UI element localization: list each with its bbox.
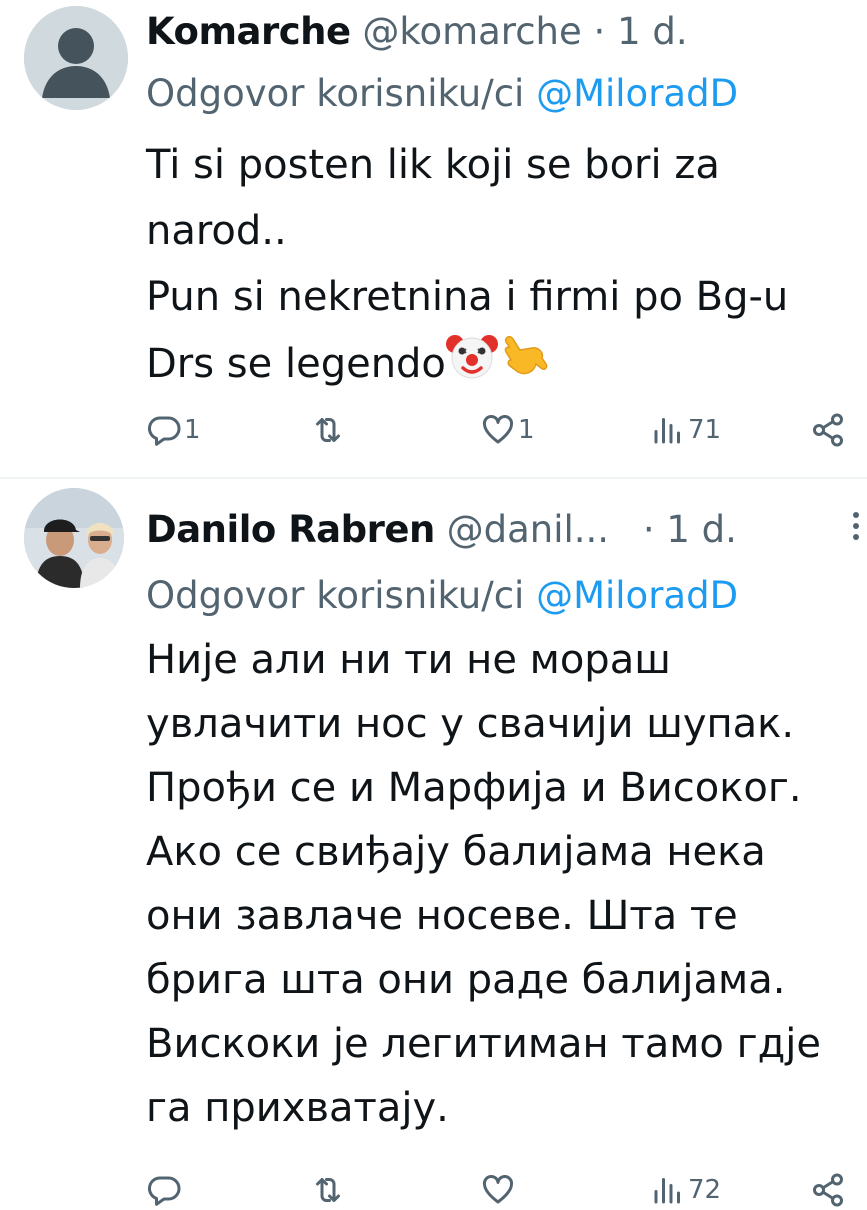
more-dot [853,523,859,529]
author-handle[interactable]: @komarche [362,10,581,53]
reply-prefix: Odgovor korisniku/ci [146,574,525,617]
retweet-button[interactable] [310,1170,348,1210]
reply-context: Odgovor korisniku/ci @MiloradD [146,70,738,118]
tweet-line: narod.. [146,208,287,254]
author-name[interactable]: Komarche [146,10,351,53]
tweet-line: брига шта они раде балијама. [146,957,786,1003]
retweet-icon [316,418,340,442]
reply-context: Odgovor korisniku/ci @MiloradD [146,572,738,620]
reply-mention[interactable]: @MiloradD [536,72,738,115]
views-icon [654,1178,680,1204]
action-bar: 1 1 71 [146,410,861,450]
author-handle[interactable]: @danil... [447,508,609,551]
tweet-line: Није али ни ти не мораш [146,637,671,683]
like-button[interactable] [480,1170,518,1210]
share-button[interactable] [810,410,846,450]
author-name[interactable]: Danilo Rabren [146,508,435,551]
reply-button[interactable] [146,1170,184,1210]
tweet[interactable]: Komarche @komarche · 1 d. Odgovor korisn… [0,0,867,478]
views-icon [654,418,680,444]
share-icon [813,413,843,447]
view-count: 72 [688,1175,722,1205]
separator: · [642,508,655,551]
retweet-icon [316,1178,340,1202]
reply-prefix: Odgovor korisniku/ci [146,72,525,115]
tweet-text: Ti si posten lik koji se bori za narod..… [146,132,861,402]
more-dot [853,512,859,518]
heart-icon [482,415,514,444]
tweet-header: Komarche @komarche · 1 d. [146,8,688,56]
reply-icon [147,416,181,446]
retweet-button[interactable] [310,410,348,450]
views-button[interactable]: 72 [650,1170,721,1210]
separator: · [593,10,606,53]
tweet-text: Није али ни ти не мораш увлачити нос у с… [146,628,861,1140]
share-icon [813,1173,843,1207]
tweet-line-with-emoji: Drs se legendo [146,330,861,402]
share-button[interactable] [810,1170,846,1210]
tweet-line: га прихватају. [146,1085,449,1131]
tweet-line: Pun si nekretnina i firmi po Bg-u [146,274,789,320]
tweet-line: они завлаче носеве. Шта те [146,893,738,939]
heart-icon [482,1175,514,1204]
clown-face-icon [445,330,498,402]
avatar-photo[interactable] [24,488,124,588]
action-bar: 72 [146,1170,861,1210]
avatar-default[interactable] [24,6,128,110]
tweet-line: Drs se legendo [146,341,446,387]
like-button[interactable]: 1 [480,410,535,450]
reply-button[interactable]: 1 [146,410,201,450]
timestamp[interactable]: 1 d. [617,10,688,53]
like-count: 1 [518,415,535,445]
tweet-divider [0,477,867,479]
tweet[interactable]: Danilo Rabren @danil... · 1 d. Odgovor k… [0,480,867,1207]
timestamp[interactable]: 1 d. [666,508,737,551]
reply-mention[interactable]: @MiloradD [536,574,738,617]
tweet-header: Danilo Rabren @danil... · 1 d. [146,506,737,554]
reply-count: 1 [184,415,201,445]
call-me-hand-icon [498,330,550,402]
more-options-button[interactable] [853,512,861,545]
tweet-line: Ако се свиђају балијама нека [146,829,766,875]
more-dot [853,534,859,540]
view-count: 71 [688,415,722,445]
tweet-line: Ti si posten lik koji se bori za [146,142,720,188]
tweet-line: Прођи се и Марфија и Високог. [146,765,802,811]
reply-icon [147,1176,181,1206]
tweet-line: увлачити нос у свачији шупак. [146,701,795,747]
views-button[interactable]: 71 [650,410,721,450]
tweet-line: Вискоки је легитиман тамо гдје [146,1021,821,1067]
